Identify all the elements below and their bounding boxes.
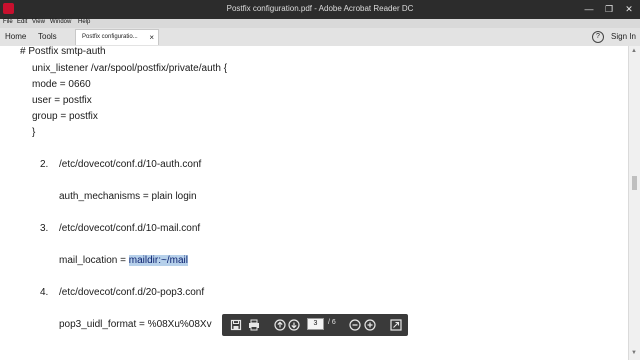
doc-line: pop3_uidl_format = %08Xu%08Xv [59,319,212,330]
fit-page-icon[interactable] [390,319,402,331]
menu-bar: File Edit View Window Help [0,19,640,28]
tab-document-label: Postfix configuratio... [82,34,138,40]
menu-edit[interactable]: Edit [17,19,27,25]
close-window-button[interactable]: ✕ [621,2,637,16]
page-number-input[interactable]: 3 [307,318,324,330]
doc-line: /etc/dovecot/conf.d/20-pop3.conf [59,287,205,298]
tab-document[interactable]: Postfix configuratio... × [75,29,159,45]
print-icon[interactable] [248,319,260,331]
zoom-out-icon[interactable] [349,319,361,331]
document-page: # Postfix smtp-auth unix_listener /var/s… [0,46,628,360]
list-number: 2. [40,159,49,170]
doc-line: /etc/dovecot/conf.d/10-auth.conf [59,159,202,170]
maximize-button[interactable]: ❐ [601,2,617,16]
doc-line: # Postfix smtp-auth [20,46,106,57]
list-number: 3. [40,223,49,234]
selected-text[interactable]: maildir:~/mail [128,255,188,266]
save-icon[interactable] [230,319,242,331]
next-page-icon[interactable] [288,319,300,331]
doc-line: user = postfix [32,95,92,106]
doc-line: } [32,127,36,138]
scroll-down-icon[interactable]: ▼ [631,350,637,356]
menu-window[interactable]: Window [50,19,71,25]
doc-line: auth_mechanisms = plain login [59,191,197,202]
window-title: Postfix configuration.pdf - Adobe Acroba… [226,4,414,13]
doc-line: group = postfix [32,111,98,122]
vertical-scrollbar[interactable]: ▲ ▼ [628,46,640,360]
tab-tools[interactable]: Tools [38,32,57,41]
sign-in-button[interactable]: Sign In [611,32,636,41]
minimize-button[interactable]: — [581,2,597,16]
scroll-up-icon[interactable]: ▲ [631,48,637,54]
menu-file[interactable]: File [3,19,13,25]
list-number: 4. [40,287,49,298]
zoom-in-icon[interactable] [364,319,376,331]
doc-text: mail_location = [59,255,129,266]
scrollbar-thumb[interactable] [632,176,637,190]
previous-page-icon[interactable] [274,319,286,331]
tab-bar: Home Tools Postfix configuratio... × ? S… [0,28,640,47]
help-icon[interactable]: ? [592,31,604,43]
close-tab-icon[interactable]: × [149,33,154,42]
doc-line: /etc/dovecot/conf.d/10-mail.conf [59,223,201,234]
title-bar: Postfix configuration.pdf - Adobe Acroba… [0,0,640,19]
doc-line: unix_listener /var/spool/postfix/private… [32,63,228,74]
menu-help[interactable]: Help [78,19,90,25]
doc-line: mode = 0660 [32,79,91,90]
page-total-label: / 6 [328,319,336,326]
doc-line: mail_location = maildir:~/mail [59,255,188,266]
menu-view[interactable]: View [32,19,45,25]
tab-home[interactable]: Home [5,32,26,41]
